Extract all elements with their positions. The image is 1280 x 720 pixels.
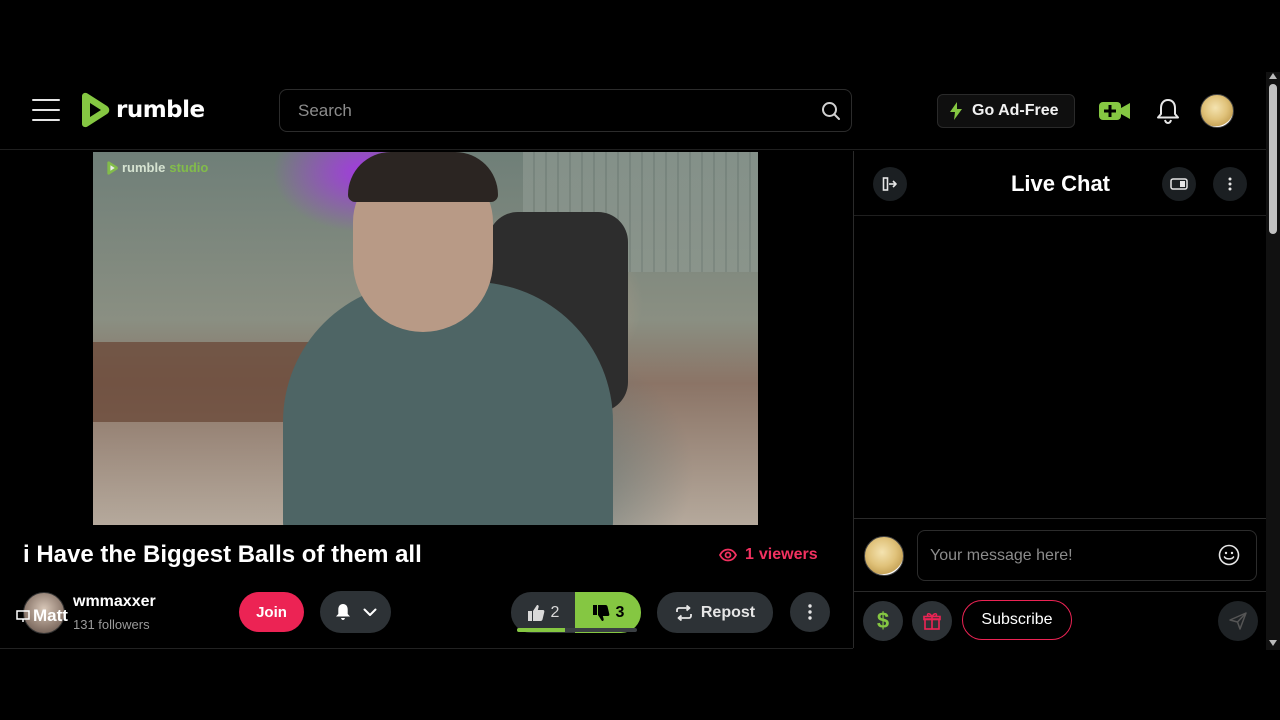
search-box[interactable]	[279, 89, 852, 132]
bell-icon	[335, 604, 350, 620]
chat-input-row	[854, 518, 1267, 592]
thumbs-down-icon	[592, 604, 609, 621]
rant-dollar-button[interactable]: $	[863, 601, 903, 641]
repost-button[interactable]: Repost	[657, 592, 773, 633]
gift-icon	[923, 613, 941, 630]
downvote-count: 3	[615, 603, 625, 621]
upvote-count: 2	[550, 603, 560, 621]
downvote-button[interactable]: 3	[575, 592, 641, 633]
thumbs-up-icon	[527, 604, 544, 621]
upvote-button[interactable]: 2	[511, 592, 575, 633]
viewer-count: 1 viewers	[719, 546, 818, 564]
divider	[0, 648, 853, 649]
stream-title: i Have the Biggest Balls of them all	[23, 541, 422, 568]
notification-toggle-button[interactable]	[320, 591, 391, 633]
vote-ratio-fill	[517, 628, 565, 632]
chat-header: Live Chat	[854, 151, 1267, 216]
chat-message-list[interactable]	[854, 217, 1267, 517]
subscribe-button[interactable]: Subscribe	[962, 600, 1072, 640]
rumble-logo[interactable]: rumble	[76, 92, 205, 128]
send-icon	[1229, 612, 1247, 630]
chat-message-input[interactable]	[918, 531, 1208, 580]
channel-avatar-text: Matt	[33, 606, 68, 625]
viewer-count-number: 1	[745, 546, 754, 563]
video-player[interactable]: rumble studio	[93, 152, 758, 525]
emoji-icon[interactable]	[1218, 544, 1240, 566]
vertical-dots-icon	[1228, 177, 1232, 191]
scroll-up-arrow[interactable]	[1269, 73, 1277, 79]
vertical-dots-icon	[808, 604, 812, 620]
toggle-icon	[1170, 178, 1188, 190]
scroll-down-arrow[interactable]	[1269, 640, 1277, 646]
join-button[interactable]: Join	[239, 592, 304, 632]
channel-avatar-label: Matt	[16, 606, 68, 626]
viewer-count-label: viewers	[758, 546, 818, 563]
chevron-down-icon	[363, 608, 376, 616]
go-live-camera-icon[interactable]	[1099, 100, 1131, 122]
more-options-button[interactable]	[790, 592, 830, 632]
rumble-studio-watermark: rumble studio	[105, 160, 208, 175]
eye-icon	[719, 548, 737, 562]
chat-user-avatar	[864, 536, 904, 576]
video-frame-hair	[348, 152, 498, 202]
watermark-sub: studio	[169, 160, 209, 175]
chat-title: Live Chat	[1010, 171, 1111, 196]
vote-group: 2 3	[511, 592, 641, 633]
chat-input-box[interactable]	[917, 530, 1257, 581]
send-message-button[interactable]	[1218, 601, 1258, 641]
logo-text: rumble	[116, 97, 205, 123]
go-ad-free-button[interactable]: Go Ad-Free	[937, 94, 1075, 128]
live-chat-panel: Live Chat Your message here! $ Subscribe	[853, 151, 1267, 648]
notification-bell-icon[interactable]	[1156, 98, 1180, 124]
menu-icon[interactable]	[32, 99, 60, 121]
top-header: rumble Go Ad-Free	[0, 72, 1266, 150]
rumble-play-icon	[82, 92, 110, 128]
search-input[interactable]	[280, 90, 800, 131]
repost-icon	[675, 604, 692, 621]
page-scrollbar[interactable]	[1266, 72, 1280, 650]
vote-ratio-bar	[517, 628, 637, 632]
dollar-icon: $	[876, 608, 890, 633]
follower-count: 131 followers	[73, 617, 150, 632]
watermark-brand: rumble	[122, 160, 166, 175]
search-icon[interactable]	[821, 101, 841, 121]
user-avatar[interactable]	[1200, 94, 1234, 128]
chat-actions-bar: $ Subscribe	[854, 593, 1267, 648]
scroll-thumb[interactable]	[1269, 84, 1277, 234]
channel-name[interactable]: wmmaxxer	[73, 593, 156, 611]
tv-icon	[16, 610, 30, 622]
chat-more-button[interactable]	[1213, 167, 1247, 201]
go-ad-free-label: Go Ad-Free	[972, 102, 1059, 119]
watermark-logo-icon	[107, 160, 118, 175]
lightning-icon	[950, 102, 962, 120]
repost-label: Repost	[700, 603, 756, 621]
gift-button[interactable]	[912, 601, 952, 641]
chat-mode-toggle[interactable]	[1162, 167, 1196, 201]
